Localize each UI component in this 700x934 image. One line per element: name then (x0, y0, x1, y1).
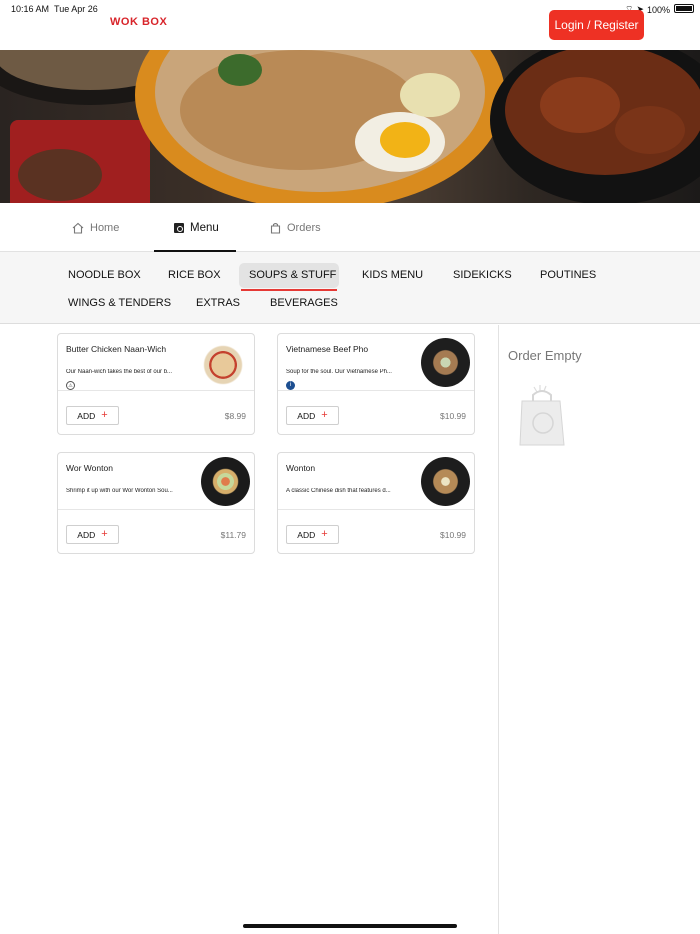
product-description: Shrimp it up with our Wor Wonton Sou... (66, 488, 173, 494)
product-card[interactable]: Vietnamese Beef Pho Soup for the soul. O… (277, 333, 475, 435)
add-label: ADD (77, 410, 96, 421)
product-card[interactable]: Wor Wonton Shrimp it up with our Wor Won… (57, 452, 255, 554)
category-kids-menu[interactable]: KIDS MENU (352, 263, 433, 287)
add-button[interactable]: ADD + (66, 525, 119, 544)
login-register-button[interactable]: Login / Register (549, 10, 644, 40)
product-card-top: Wor Wonton Shrimp it up with our Wor Won… (58, 453, 254, 510)
info-icon: i (286, 381, 295, 390)
add-button[interactable]: ADD + (66, 406, 119, 425)
plus-icon: + (101, 528, 108, 540)
product-card[interactable]: Butter Chicken Naan-Wich Our Naan-wich t… (57, 333, 255, 435)
product-image (421, 457, 470, 506)
logo[interactable]: WOK BOX (110, 16, 167, 28)
logo-text: WOK BOX (110, 16, 168, 28)
add-label: ADD (77, 529, 96, 540)
tab-orders-label: Orders (287, 221, 321, 234)
product-name: Vietnamese Beef Pho (286, 344, 369, 354)
hero-banner (0, 50, 700, 203)
tab-home[interactable]: Home (72, 203, 119, 252)
add-label: ADD (297, 529, 316, 540)
category-wings-and-tenders[interactable]: WINGS & TENDERS (58, 291, 181, 315)
product-description: Soup for the soul. Our Vietnamese Ph... (286, 369, 392, 375)
plus-icon: + (321, 409, 328, 421)
category-soups-and-stuff[interactable]: SOUPS & STUFF (239, 263, 339, 291)
category-bar: NOODLE BOX RICE BOX SOUPS & STUFF KIDS M… (0, 252, 700, 324)
product-image (201, 457, 250, 506)
add-button[interactable]: ADD + (286, 406, 339, 425)
plus-icon: + (101, 409, 108, 421)
category-sidekicks[interactable]: SIDEKICKS (443, 263, 522, 287)
plus-icon: + (321, 528, 328, 540)
tab-menu[interactable]: Menu (154, 203, 236, 252)
product-card-top: Wonton A classic Chinese dish that featu… (278, 453, 474, 510)
product-price: $10.99 (440, 411, 466, 421)
add-label: ADD (297, 410, 316, 421)
empty-bag-icon (519, 385, 565, 446)
order-panel: Order Empty (498, 325, 700, 934)
order-empty-title: Order Empty (508, 348, 582, 363)
product-name: Butter Chicken Naan-Wich (66, 344, 167, 354)
category-beverages[interactable]: BEVERAGES (260, 291, 348, 315)
product-name: Wor Wonton (66, 463, 113, 473)
product-price: $10.99 (440, 530, 466, 540)
product-price: $11.79 (220, 530, 246, 540)
chili-icon: ⚠ (66, 381, 75, 390)
add-button[interactable]: ADD + (286, 525, 339, 544)
product-description: Our Naan-wich takes the best of our b... (66, 369, 173, 375)
home-indicator[interactable] (243, 924, 457, 928)
product-card-top: Butter Chicken Naan-Wich Our Naan-wich t… (58, 334, 254, 391)
product-image (421, 338, 470, 387)
menu-icon (174, 222, 184, 233)
header: WOK BOX Login / Register (0, 0, 700, 50)
product-card[interactable]: Wonton A classic Chinese dish that featu… (277, 452, 475, 554)
product-price: $8.99 (224, 411, 246, 421)
tab-orders[interactable]: Orders (270, 203, 321, 252)
bag-icon (270, 222, 281, 234)
product-image (201, 338, 250, 387)
tab-menu-label: Menu (190, 221, 219, 234)
hero-food-image (0, 50, 700, 203)
main-nav: Home Menu Orders (0, 203, 700, 252)
category-poutines[interactable]: POUTINES (530, 263, 606, 287)
product-card-top: Vietnamese Beef Pho Soup for the soul. O… (278, 334, 474, 391)
tab-home-label: Home (90, 221, 120, 234)
category-extras[interactable]: EXTRAS (186, 291, 250, 315)
category-noodle-box[interactable]: NOODLE BOX (58, 263, 151, 287)
category-rice-box[interactable]: RICE BOX (158, 263, 231, 287)
home-icon (72, 222, 84, 234)
product-description: A classic Chinese dish that features d..… (286, 488, 391, 494)
product-name: Wonton (286, 463, 316, 473)
category-soups-and-stuff-label: SOUPS & STUFF (249, 269, 337, 281)
